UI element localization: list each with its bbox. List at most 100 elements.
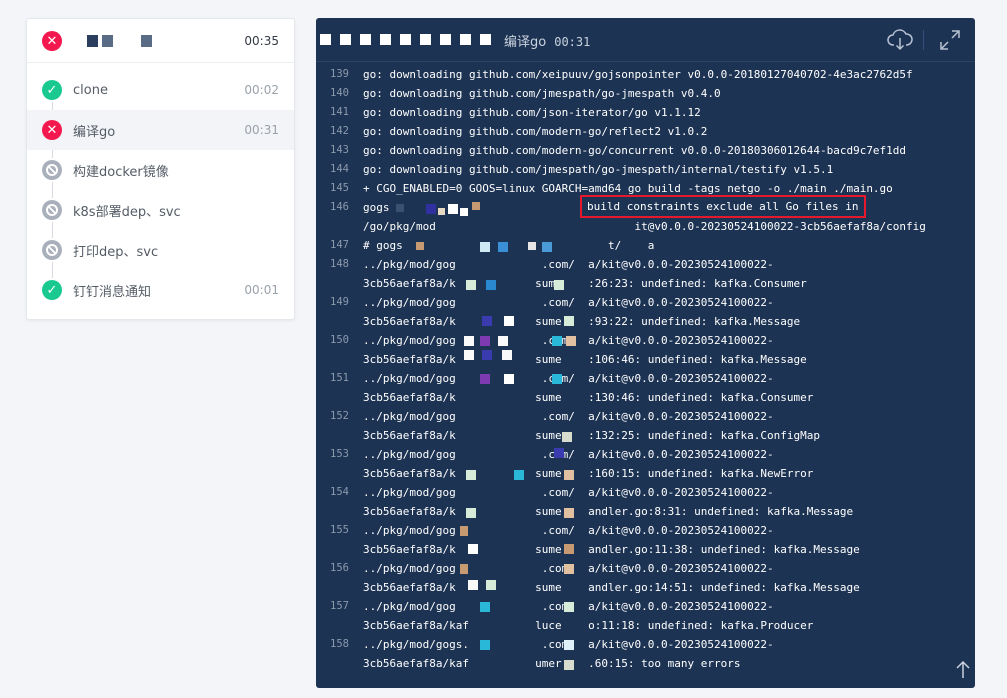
step-clone[interactable]: ✓ clone 00:02 (27, 70, 294, 110)
line-number: 144 (330, 163, 349, 175)
log-line: 141 go: downloading github.com/json-itera… (316, 103, 975, 122)
failed-icon: ✕ (42, 31, 62, 51)
line-text: 3cb56aefaf8a/k sume :132:25: undefined: … (363, 429, 820, 442)
redaction-blot (480, 640, 490, 650)
log-line: 3cb56aefaf8a/kaf umer .60:15: too many e… (316, 654, 975, 673)
redaction-blot (564, 564, 574, 574)
line-text: 3cb56aefaf8a/kaf luce o:11:18: undefined… (363, 619, 814, 632)
redaction-blot (460, 208, 468, 216)
log-line: 158 ../pkg/mod/gogs. .com/ a/kit@v0.0.0-2… (316, 635, 975, 654)
log-duration: 00:31 (554, 35, 591, 49)
line-number: 139 (330, 68, 349, 80)
line-number: 141 (330, 106, 349, 118)
log-line: 139 go: downloading github.com/xeipuuv/go… (316, 65, 975, 84)
line-text: # gogs t/ a (363, 239, 655, 252)
log-line: 146 gogs build constraints exclude all Go … (316, 195, 975, 218)
line-text: ../pkg/mod/gog .com/ a/kit@v0.0.0-202305… (363, 486, 774, 499)
line-number: 140 (330, 87, 349, 99)
success-check-icon: ✓ (42, 80, 62, 100)
redaction-blot (482, 316, 492, 326)
line-number: 157 (330, 600, 349, 612)
line-number: 150 (330, 334, 349, 346)
log-header: 编译go 00:31 (316, 18, 975, 62)
cloud-download-icon[interactable] (885, 26, 915, 54)
line-text: go: downloading github.com/xeipuuv/gojso… (363, 68, 913, 81)
line-text: 3cb56aefaf8a/k sume :93:22: undefined: k… (363, 315, 801, 328)
log-line: 3cb56aefaf8a/k sume andler.go:14:51: und… (316, 578, 975, 597)
pipeline-header[interactable]: ✕ 00:35 (27, 21, 294, 61)
redaction-blot (504, 316, 514, 326)
redacted-pipeline-name (73, 35, 152, 47)
line-number: 146 (330, 201, 349, 213)
redaction-blot (472, 202, 480, 210)
line-text: ../pkg/mod/gog .com/ a/kit@v0.0.0-202305… (363, 448, 774, 461)
step-print-dep-svc[interactable]: 打印dep、svc (27, 230, 294, 270)
line-text: 3cb56aefaf8a/kaf umer .60:15: too many e… (363, 657, 741, 670)
expand-icon[interactable] (935, 26, 965, 54)
line-number: 156 (330, 562, 349, 574)
log-line: 150../pkg/mod/gog .com/ a/kit@v0.0.0-202… (316, 331, 975, 350)
line-number: 153 (330, 448, 349, 460)
redaction-blot (396, 204, 404, 212)
redaction-blot (480, 602, 490, 612)
redaction-blot (416, 242, 424, 250)
step-name: 钉钉消息通知 (73, 284, 152, 300)
redaction-blot (482, 350, 492, 360)
log-line: 153 ../pkg/mod/gog .com/ a/kit@v0.0.0-202… (316, 445, 975, 464)
line-number: 148 (330, 258, 349, 270)
redacted-pipeline-name (320, 34, 491, 45)
redaction-blot (480, 336, 490, 346)
log-line: 155 ../pkg/mod/gog .com/ a/kit@v0.0.0-202… (316, 521, 975, 540)
line-text: ../pkg/mod/gog .com/ a/kit@v0.0.0-202305… (363, 410, 774, 423)
redaction-blot (528, 242, 536, 250)
success-check-icon: ✓ (42, 280, 62, 300)
step-k8s-deploy[interactable]: k8s部署dep、svc (27, 190, 294, 230)
arrow-up-icon[interactable] (952, 658, 974, 682)
redaction-blot (480, 242, 490, 252)
line-text: ../pkg/mod/gog .com/ a/kit@v0.0.0-202305… (363, 524, 774, 537)
step-compile-go[interactable]: ✕ 编译go 00:31 (27, 110, 294, 150)
step-duration: 00:02 (244, 83, 279, 97)
step-dingtalk-notify[interactable]: ✓ 钉钉消息通知 00:01 (27, 270, 294, 310)
redaction-blot (448, 204, 458, 214)
redaction-blot (468, 544, 478, 554)
log-title: 编译go 00:31 (504, 31, 590, 50)
line-number: 145 (330, 182, 349, 194)
skipped-icon (42, 200, 62, 220)
log-line: 3cb56aefaf8a/k sume :130:46: undefined: … (316, 388, 975, 407)
log-line: 140 go: downloading github.com/jmespath/g… (316, 84, 975, 103)
redaction-blot (460, 564, 468, 574)
log-line: 3cb56aefaf8a/k sume :26:23: undefined: k… (316, 274, 975, 293)
line-text: ../pkg/mod/gog .com/ a/kit@v0.0.0-202305… (363, 258, 774, 271)
log-line: 144 go: downloading github.com/jmespath/g… (316, 160, 975, 179)
log-line: 154 ../pkg/mod/gog .com/ a/kit@v0.0.0-202… (316, 483, 975, 502)
line-text: 3cb56aefaf8a/k sume :26:23: undefined: k… (363, 277, 807, 290)
redaction-blot (564, 660, 574, 670)
line-text: go: downloading github.com/json-iterator… (363, 106, 701, 119)
step-name: clone (73, 82, 108, 98)
line-number: 149 (330, 296, 349, 308)
line-text: 3cb56aefaf8a/k sume :130:46: undefined: … (363, 391, 814, 404)
redaction-blot (564, 316, 574, 326)
skipped-icon (42, 160, 62, 180)
line-number: 143 (330, 144, 349, 156)
log-lines: 139 go: downloading github.com/xeipuuv/go… (316, 65, 975, 673)
line-text: go: downloading github.com/jmespath/go-j… (363, 163, 834, 176)
line-text: go: downloading github.com/jmespath/go-j… (363, 87, 721, 100)
redaction-blot (468, 580, 478, 590)
line-text: ../pkg/mod/gog .com/ a/kit@v0.0.0-202305… (363, 372, 774, 385)
redaction-blot (460, 526, 468, 536)
step-name: 打印dep、svc (73, 244, 159, 260)
redaction-blot (466, 508, 476, 518)
redaction-blot (552, 336, 562, 346)
step-name: k8s部署dep、svc (73, 204, 181, 220)
line-text: ../pkg/mod/gog .com/ a/kit@v0.0.0-202305… (363, 296, 774, 309)
log-line: 157 ../pkg/mod/gog .com/ a/kit@v0.0.0-202… (316, 597, 975, 616)
redaction-blot (564, 640, 574, 650)
line-text: 3cb56aefaf8a/k sume andler.go:8:31: unde… (363, 505, 854, 518)
log-line: 143 go: downloading github.com/modern-go/… (316, 141, 975, 160)
redaction-blot (562, 432, 572, 442)
step-build-docker-image[interactable]: 构建docker镜像 (27, 150, 294, 190)
log-line: 152 ../pkg/mod/gog .com/ a/kit@v0.0.0-202… (316, 407, 975, 426)
log-line: 142 go: downloading github.com/modern-go/… (316, 122, 975, 141)
